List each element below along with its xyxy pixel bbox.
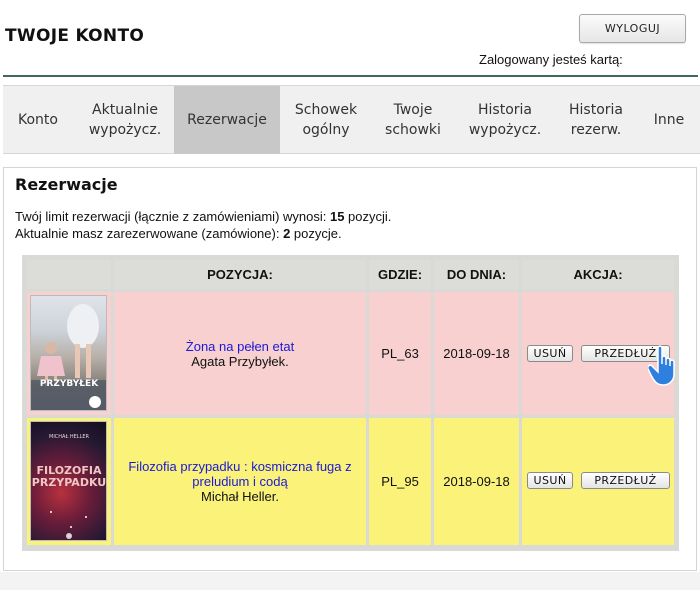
- tab-historia-wypozycz[interactable]: Historia wypożycz.: [456, 86, 554, 154]
- header-gdzie: GDZIE:: [369, 260, 431, 289]
- cover-author-text: PRZYBYŁEK: [40, 379, 99, 389]
- item-due-date: 2018-09-18: [434, 418, 519, 545]
- cover-title-line2: PRZYPADKU: [32, 476, 106, 489]
- item-location: PL_63: [369, 292, 431, 415]
- limit-value: 15: [329, 209, 345, 224]
- tab-konto[interactable]: Konto: [3, 86, 73, 154]
- section-title: Rezerwacje: [15, 175, 118, 194]
- item-due-date: 2018-09-18: [434, 292, 519, 415]
- cover-illustration: PRZYBYŁEK: [31, 304, 106, 410]
- item-title-link[interactable]: Żona na pełen etat: [186, 339, 294, 354]
- hand-pointer-icon: [648, 345, 675, 386]
- panel-footer: [0, 572, 700, 590]
- logout-button[interactable]: WYLOGUJ: [579, 14, 686, 43]
- item-title-link[interactable]: Filozofia przypadku : kosmiczna fuga z p…: [122, 459, 358, 489]
- logged-in-text: Zalogowany jesteś kartą:: [479, 52, 623, 67]
- extend-button[interactable]: PRZEDŁUŻ: [581, 472, 670, 489]
- current-text: Aktualnie masz zarezerwowane (zamówione)…: [15, 226, 284, 241]
- cover-cell: MICHAŁ HELLER FILOZOFIA PRZYPADKU: [27, 418, 111, 545]
- limit-suffix: pozycji.: [344, 209, 392, 224]
- current-info: Aktualnie masz zarezerwowane (zamówione)…: [15, 226, 342, 241]
- book-cover-image: MICHAŁ HELLER FILOZOFIA PRZYPADKU: [30, 421, 107, 541]
- tab-historia-rezerw[interactable]: Historia rezerw.: [558, 86, 634, 154]
- item-location: PL_95: [369, 418, 431, 545]
- tab-twoje-schowki[interactable]: Twoje schowki: [373, 86, 453, 154]
- tab-inne[interactable]: Inne: [641, 86, 697, 154]
- cover-illustration: MICHAŁ HELLER FILOZOFIA PRZYPADKU: [32, 434, 106, 539]
- item-title-cell: Żona na pełen etat Agata Przybyłek.: [114, 292, 366, 415]
- limit-info: Twój limit rezerwacji (łącznie z zamówie…: [15, 209, 391, 224]
- header: TWOJE KONTO WYLOGUJ Zalogowany jesteś ka…: [0, 0, 700, 78]
- tab-schowek-ogolny[interactable]: Schowek ogólny: [281, 86, 371, 154]
- cover-author-text: MICHAŁ HELLER: [49, 434, 90, 440]
- page-title: TWOJE KONTO: [5, 26, 145, 46]
- header-akcja: AKCJA:: [522, 260, 674, 289]
- header-pozycja: POZYCJA:: [114, 260, 366, 289]
- current-suffix: pozycje.: [290, 226, 342, 241]
- account-tabs: Konto Aktualnie wypożycz. Rezerwacje Sch…: [3, 85, 700, 154]
- item-title-cell: Filozofia przypadku : kosmiczna fuga z p…: [114, 418, 366, 545]
- header-divider: [3, 75, 698, 77]
- tab-rezerwacje[interactable]: Rezerwacje: [174, 86, 280, 154]
- remove-button[interactable]: USUŃ: [527, 345, 573, 362]
- item-author: Agata Przybyłek.: [191, 353, 289, 369]
- header-do-dnia: DO DNIA:: [434, 260, 519, 289]
- item-author: Michał Heller.: [200, 489, 280, 504]
- cover-cell: PRZYBYŁEK: [27, 292, 111, 415]
- book-cover-image: PRZYBYŁEK: [30, 295, 107, 411]
- remove-button[interactable]: USUŃ: [527, 472, 573, 489]
- limit-text: Twój limit rezerwacji (łącznie z zamówie…: [15, 209, 330, 224]
- header-cover-cell: [27, 260, 111, 289]
- tab-aktualnie-wypozycz[interactable]: Aktualnie wypożycz.: [75, 86, 175, 154]
